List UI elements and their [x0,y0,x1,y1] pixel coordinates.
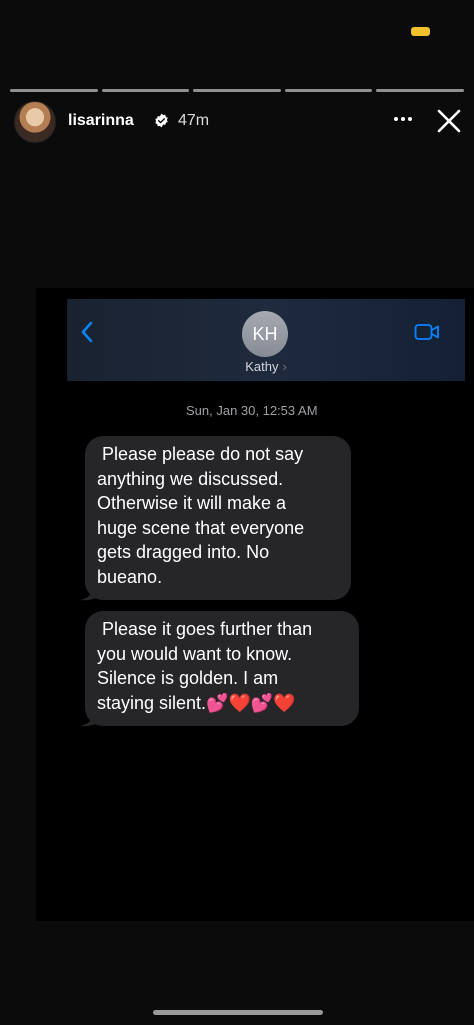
more-dots-icon [401,117,405,121]
close-button[interactable] [436,108,462,134]
progress-segment [284,89,373,92]
more-options-button[interactable] [390,104,416,134]
progress-segment [193,89,281,92]
progress-segment [10,89,98,92]
contact-avatar[interactable]: KH [242,311,288,357]
contact-name: Kathy [245,359,279,374]
video-camera-icon[interactable] [414,323,440,341]
chevron-left-icon[interactable] [80,321,94,343]
message-line: bueano. [97,566,163,587]
avatar[interactable] [14,101,56,143]
contact-name-row[interactable]: Kathy › [67,359,465,374]
progress-segment [101,89,190,92]
verified-badge-icon [155,113,168,128]
chevron-right-icon: › [282,359,287,374]
home-indicator[interactable] [153,1010,323,1015]
story-progress-bar [10,89,464,92]
message-line: Silence is golden. I am [97,668,279,688]
message-line: anything we discussed. [97,468,284,489]
screenshot-image [36,288,474,921]
message-line: Please it goes further than [97,619,313,639]
message-line: Please please do not say [97,444,304,464]
progress-segment [376,89,464,92]
message-line: Otherwise it will make a [97,493,287,513]
post-time: 47m [178,112,210,129]
status-indicator [411,27,430,36]
messages-header: KH Kathy › [67,299,465,381]
message-line: huge scene that everyone [97,517,305,538]
more-dots-icon [408,117,412,121]
message-line: staying silent.💕❤️💕❤️ [97,692,296,713]
username[interactable]: lisarinna [68,112,134,130]
message-timestamp: Sun, Jan 30, 12:53 AM [186,403,318,418]
message-bubble[interactable]: Please it goes further than you would wa… [80,611,359,727]
bubble-tail [80,584,100,601]
message-line: you would want to know. [97,643,293,664]
message-bubble[interactable]: Please please do not say anything we dis… [80,436,351,601]
more-dots-icon [394,117,398,121]
message-line: gets dragged into. No [97,542,270,562]
bubble-tail [80,710,100,727]
story-header: lisarinna 47m [14,100,464,143]
